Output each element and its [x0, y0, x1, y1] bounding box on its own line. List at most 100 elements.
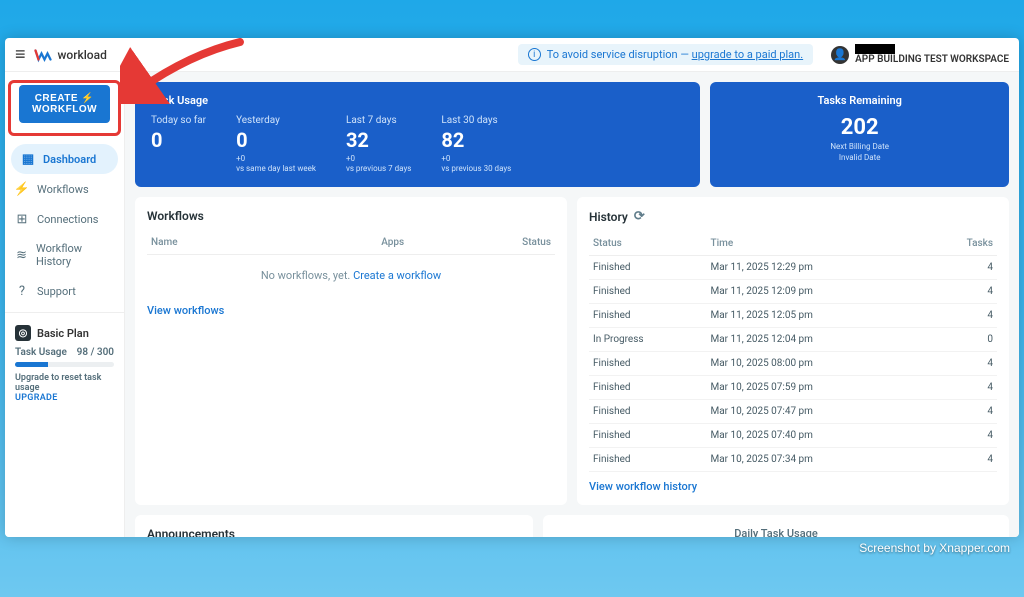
- create-workflow-button[interactable]: CREATE ⚡ WORKFLOW: [19, 85, 110, 123]
- brand-logo-icon: [34, 46, 52, 64]
- col-status: Status: [589, 232, 706, 256]
- history-card: History ⟳ Status Time Tasks FinishedMar …: [577, 197, 1009, 505]
- create-workflow-highlight: CREATE ⚡ WORKFLOW: [8, 80, 121, 136]
- view-workflows-link[interactable]: View workflows: [147, 304, 224, 317]
- workflows-title: Workflows: [147, 209, 555, 223]
- cell-time: Mar 10, 2025 07:47 pm: [706, 400, 928, 424]
- cell-status: In Progress: [589, 328, 706, 352]
- sidebar-item-label: Dashboard: [43, 153, 96, 166]
- usage-value: 0: [236, 128, 316, 152]
- cell-status: Finished: [589, 280, 706, 304]
- cell-status: Finished: [589, 424, 706, 448]
- cell-status: Finished: [589, 256, 706, 280]
- cell-time: Mar 10, 2025 08:00 pm: [706, 352, 928, 376]
- workflows-table: Name Apps Status: [147, 231, 555, 255]
- cell-tasks: 4: [928, 256, 997, 280]
- sidebar-item-dashboard[interactable]: ▦ Dashboard: [11, 144, 118, 174]
- task-usage-card: Task Usage Today so far 0 Yesterday 0 +0vs s…: [135, 82, 700, 187]
- cell-tasks: 4: [928, 352, 997, 376]
- sidebar: CREATE ⚡ WORKFLOW ▦ Dashboard ⚡ Workflow…: [5, 72, 125, 537]
- chart-title: Daily Task Usage: [555, 527, 997, 537]
- account-block[interactable]: 👤 APP BUILDING TEST WORKSPACE: [831, 44, 1009, 65]
- sidebar-item-support[interactable]: ? Support: [5, 276, 124, 306]
- upgrade-notice[interactable]: i To avoid service disruption — upgrade …: [518, 44, 813, 65]
- cell-time: Mar 10, 2025 07:34 pm: [706, 448, 928, 472]
- info-icon: i: [528, 48, 541, 61]
- cell-time: Mar 11, 2025 12:29 pm: [706, 256, 928, 280]
- cell-time: Mar 10, 2025 07:40 pm: [706, 424, 928, 448]
- table-row[interactable]: FinishedMar 11, 2025 12:09 pm4: [589, 280, 997, 304]
- cell-status: Finished: [589, 304, 706, 328]
- hamburger-icon[interactable]: ≡: [15, 44, 26, 65]
- sidebar-item-workflows[interactable]: ⚡ Workflows: [5, 174, 124, 204]
- create-workflow-link[interactable]: Create a workflow: [353, 269, 441, 282]
- cell-time: Mar 11, 2025 12:09 pm: [706, 280, 928, 304]
- table-row[interactable]: FinishedMar 10, 2025 07:47 pm4: [589, 400, 997, 424]
- sidebar-item-label: Workflows: [37, 183, 89, 196]
- workspace-name: APP BUILDING TEST WORKSPACE: [855, 54, 1009, 65]
- table-row[interactable]: FinishedMar 11, 2025 12:29 pm4: [589, 256, 997, 280]
- task-usage-label: Task Usage: [15, 347, 67, 358]
- cell-tasks: 0: [928, 328, 997, 352]
- history-icon: ≋: [15, 248, 28, 262]
- account-name-redacted: [855, 44, 895, 54]
- daily-task-usage-card: Daily Task Usage 2018161412: [543, 515, 1009, 537]
- dashboard-icon: ▦: [21, 152, 35, 166]
- workflows-empty-text: No workflows, yet.: [261, 269, 353, 282]
- notice-link[interactable]: upgrade to a paid plan.: [692, 48, 803, 61]
- tasks-remaining-sub1: Next Billing Date: [726, 142, 993, 151]
- sidebar-item-connections[interactable]: ⊞ Connections: [5, 204, 124, 234]
- task-usage-value: 98 / 300: [77, 347, 114, 358]
- task-usage-progress: [15, 362, 114, 367]
- usage-label: Yesterday: [236, 115, 316, 126]
- table-row[interactable]: FinishedMar 10, 2025 07:40 pm4: [589, 424, 997, 448]
- col-status: Status: [408, 231, 555, 255]
- upgrade-link[interactable]: UPGRADE: [15, 393, 114, 403]
- view-history-link[interactable]: View workflow history: [589, 480, 697, 493]
- avatar-icon: 👤: [831, 46, 849, 64]
- grid-icon: ⊞: [15, 212, 29, 226]
- cell-tasks: 4: [928, 280, 997, 304]
- task-usage-title: Task Usage: [151, 94, 684, 107]
- table-row[interactable]: FinishedMar 10, 2025 07:59 pm4: [589, 376, 997, 400]
- sidebar-item-workflow-history[interactable]: ≋ Workflow History: [5, 234, 124, 276]
- watermark: Screenshot by Xnapper.com: [859, 541, 1010, 555]
- brand-name: workload: [58, 48, 107, 62]
- announcements-card: Announcements 1Edit connection names and…: [135, 515, 533, 537]
- history-title: History: [589, 210, 628, 224]
- tasks-remaining-value: 202: [726, 115, 993, 140]
- table-row[interactable]: In ProgressMar 11, 2025 12:04 pm0: [589, 328, 997, 352]
- usage-sub: +0vs same day last week: [236, 154, 316, 173]
- tasks-remaining-card: Tasks Remaining 202 Next Billing Date In…: [710, 82, 1009, 187]
- upgrade-note: Upgrade to reset task usage: [15, 373, 114, 393]
- cell-tasks: 4: [928, 304, 997, 328]
- cell-time: Mar 11, 2025 12:04 pm: [706, 328, 928, 352]
- table-row[interactable]: FinishedMar 10, 2025 07:34 pm4: [589, 448, 997, 472]
- sidebar-item-label: Support: [37, 285, 76, 298]
- col-tasks: Tasks: [928, 232, 997, 256]
- refresh-icon[interactable]: ⟳: [634, 209, 645, 224]
- usage-label: Today so far: [151, 115, 206, 126]
- table-row[interactable]: FinishedMar 11, 2025 12:05 pm4: [589, 304, 997, 328]
- history-table: Status Time Tasks FinishedMar 11, 2025 1…: [589, 232, 997, 472]
- cell-status: Finished: [589, 400, 706, 424]
- tasks-remaining-sub2: Invalid Date: [726, 153, 993, 162]
- cell-tasks: 4: [928, 448, 997, 472]
- col-time: Time: [706, 232, 928, 256]
- brand[interactable]: workload: [34, 46, 107, 64]
- bolt-icon: ⚡: [15, 182, 29, 196]
- notice-text: To avoid service disruption —: [547, 48, 692, 61]
- table-row[interactable]: FinishedMar 10, 2025 08:00 pm4: [589, 352, 997, 376]
- usage-label: Last 7 days: [346, 115, 411, 126]
- sidebar-item-label: Workflow History: [36, 242, 114, 268]
- cell-time: Mar 10, 2025 07:59 pm: [706, 376, 928, 400]
- plan-box: ◎ Basic Plan Task Usage 98 / 300 Upgrade…: [5, 319, 124, 409]
- usage-value: 82: [441, 128, 511, 152]
- cell-tasks: 4: [928, 400, 997, 424]
- cell-time: Mar 11, 2025 12:05 pm: [706, 304, 928, 328]
- cell-status: Finished: [589, 448, 706, 472]
- plan-icon: ◎: [15, 325, 31, 341]
- cell-tasks: 4: [928, 424, 997, 448]
- usage-value: 0: [151, 128, 206, 152]
- usage-sub: +0vs previous 30 days: [441, 154, 511, 173]
